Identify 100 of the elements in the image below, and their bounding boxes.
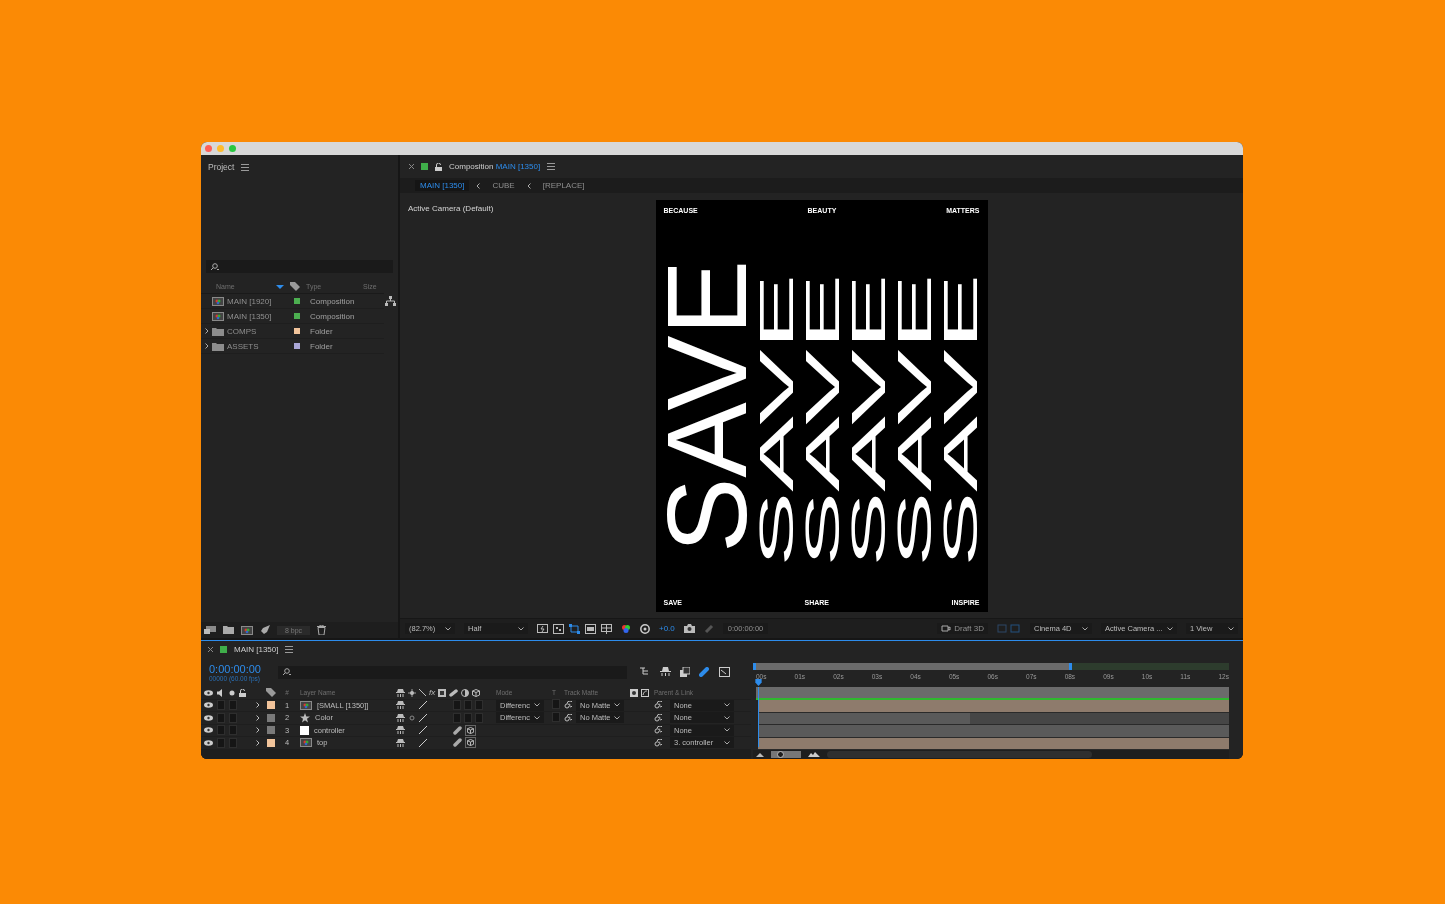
- cube-icon[interactable]: [472, 688, 481, 697]
- aperture-icon[interactable]: [640, 623, 650, 634]
- alpha-matte-icon[interactable]: [630, 688, 638, 697]
- switch-box[interactable]: [453, 712, 461, 723]
- motion-blur-icon[interactable]: [449, 688, 459, 697]
- visibility-icon[interactable]: [204, 739, 213, 746]
- panel-title[interactable]: Project: [208, 162, 235, 172]
- current-time[interactable]: 0:00:00:00: [209, 662, 269, 675]
- label-swatch[interactable]: [267, 726, 275, 735]
- switch-box[interactable]: [552, 711, 560, 722]
- switch-box[interactable]: [217, 737, 225, 748]
- switch-box[interactable]: [229, 737, 237, 748]
- menu-icon[interactable]: [241, 163, 250, 171]
- interpret-footage-icon[interactable]: [204, 626, 216, 634]
- matte-invert-icon[interactable]: [641, 688, 649, 697]
- search-field[interactable]: [206, 260, 393, 273]
- shy-icon[interactable]: [396, 688, 405, 697]
- label-swatch[interactable]: [267, 701, 275, 710]
- draft-3d-button[interactable]: Draft 3D: [937, 623, 988, 634]
- breadcrumb[interactable]: MAIN [1350]: [415, 180, 470, 191]
- breadcrumb[interactable]: [REPLACE]: [537, 180, 590, 191]
- sort-icon[interactable]: [276, 284, 284, 289]
- label-swatch[interactable]: [294, 313, 300, 319]
- slider-thumb[interactable]: [776, 751, 784, 758]
- exposure-value[interactable]: +0.0: [659, 624, 675, 633]
- scrollbar[interactable]: [827, 751, 1092, 758]
- item-name: MAIN [1350]: [227, 311, 273, 321]
- graph-editor-icon[interactable]: [719, 667, 730, 677]
- folder-icon: [212, 341, 224, 351]
- trash-icon[interactable]: [317, 625, 327, 635]
- tag-icon[interactable]: [290, 282, 300, 291]
- menu-icon[interactable]: [285, 645, 294, 653]
- shy-icon[interactable]: [396, 713, 405, 722]
- visibility-icon[interactable]: [204, 702, 213, 709]
- region-icon[interactable]: [585, 623, 596, 634]
- adjustment-icon[interactable]: [461, 688, 470, 697]
- timeline-tab[interactable]: MAIN [1350]: [234, 644, 279, 654]
- project-item[interactable]: COMPS Folder: [201, 324, 384, 339]
- close-icon[interactable]: [409, 164, 414, 169]
- mask-path-icon[interactable]: [569, 623, 580, 634]
- label-swatch[interactable]: [294, 298, 300, 304]
- menu-icon[interactable]: [547, 163, 556, 170]
- composition-flowchart-icon[interactable]: [640, 667, 651, 675]
- expand-icon[interactable]: [204, 328, 209, 334]
- transparency-grid-icon[interactable]: [553, 623, 564, 634]
- visibility-icon[interactable]: [204, 727, 213, 734]
- motion-blur-icon[interactable]: [699, 667, 710, 677]
- visibility-icon[interactable]: [204, 714, 213, 721]
- grid-icon[interactable]: [601, 623, 612, 634]
- switch-box[interactable]: [453, 700, 461, 711]
- 3d-layer-toggle[interactable]: [465, 737, 476, 749]
- folder-icon[interactable]: [223, 626, 234, 634]
- switch-box[interactable]: [217, 725, 225, 736]
- switch-box[interactable]: [229, 712, 237, 723]
- switch-box[interactable]: [217, 700, 225, 711]
- label-swatch[interactable]: [294, 328, 300, 334]
- chevron-down-icon: [724, 728, 730, 733]
- color-channels-icon[interactable]: [621, 623, 631, 634]
- expand-icon[interactable]: [204, 343, 209, 349]
- switch-box[interactable]: [229, 700, 237, 711]
- solo-icon[interactable]: [229, 689, 235, 696]
- frame-blending-icon[interactable]: [680, 667, 690, 677]
- label-swatch[interactable]: [294, 343, 300, 349]
- playhead-marker[interactable]: [754, 679, 763, 686]
- switch-box[interactable]: [475, 712, 483, 723]
- switch-box[interactable]: [464, 700, 472, 711]
- camera-icon[interactable]: [683, 624, 695, 633]
- visibility-icon[interactable]: [204, 689, 213, 696]
- project-item[interactable]: ASSETS Folder: [201, 339, 384, 354]
- switch-box[interactable]: [464, 712, 472, 723]
- shy-icon[interactable]: [396, 726, 405, 735]
- shy-icon[interactable]: [396, 738, 405, 747]
- lock-icon[interactable]: [435, 162, 442, 171]
- frame-blend-icon[interactable]: [438, 688, 447, 697]
- project-item[interactable]: MAIN [1350] Composition: [201, 309, 384, 324]
- echo-text: SAVE: [897, 272, 933, 567]
- label-swatch[interactable]: [267, 713, 275, 722]
- label-swatch[interactable]: [267, 738, 275, 747]
- fast-preview-icon[interactable]: [537, 623, 548, 634]
- shy-icon[interactable]: [396, 701, 405, 710]
- project-item[interactable]: MAIN [1920] Composition: [201, 294, 384, 309]
- switch-box[interactable]: [475, 700, 483, 711]
- switch-box[interactable]: [552, 699, 560, 710]
- column-header[interactable]: fx: [429, 688, 436, 698]
- search-field[interactable]: [278, 665, 627, 679]
- work-area-track[interactable]: [753, 663, 1229, 670]
- close-icon[interactable]: [208, 646, 213, 652]
- switch-box[interactable]: [229, 725, 237, 736]
- tag-icon[interactable]: [266, 688, 276, 698]
- zoom-out-icon[interactable]: [756, 752, 764, 757]
- flowchart-icon[interactable]: [385, 296, 396, 306]
- shy-layers-icon[interactable]: [660, 667, 671, 676]
- audio-icon[interactable]: [217, 688, 225, 697]
- 3d-layer-toggle[interactable]: [465, 724, 476, 736]
- sun-icon[interactable]: [408, 688, 416, 697]
- switch-box[interactable]: [217, 712, 225, 723]
- breadcrumb[interactable]: CUBE: [487, 180, 520, 191]
- zoom-in-icon[interactable]: [808, 752, 820, 757]
- lock-icon[interactable]: [239, 688, 246, 697]
- panel-tab[interactable]: Composition MAIN [1350]: [449, 162, 541, 171]
